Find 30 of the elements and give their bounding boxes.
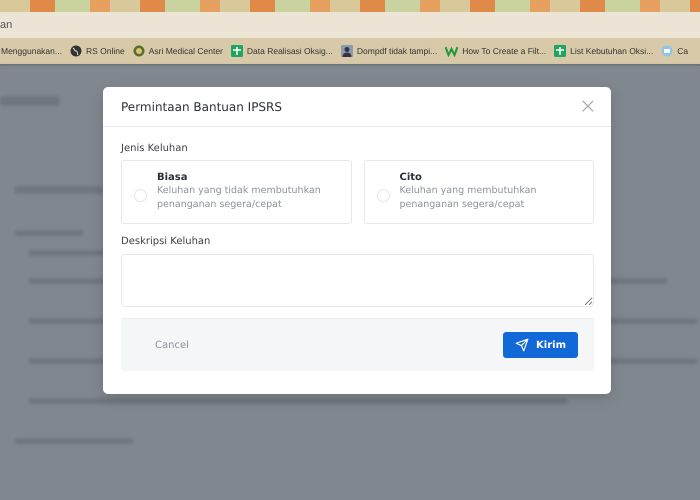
submit-button[interactable]: Kirim [503, 332, 578, 358]
letter-w-icon [445, 45, 458, 57]
chat-bubble-icon [661, 45, 674, 57]
spreadsheet-icon [554, 45, 566, 57]
bookmark-link[interactable]: How To Create a Filt... [445, 45, 546, 57]
option-description: Keluhan yang membutuhkan penanganan segera/cepat [400, 184, 538, 212]
modal-title: Permintaan Bantuan IPSRS [121, 100, 282, 114]
spreadsheet-icon [230, 45, 243, 57]
bookmark-link[interactable]: Menggunakan... [1, 46, 62, 56]
bookmark-link[interactable]: List Kebutuhan Oksi... [554, 45, 654, 57]
option-card[interactable]: Cito Keluhan yang membutuhkan penanganan segera/cepat [364, 160, 594, 224]
option-title: Cito [400, 172, 423, 183]
field-label: Jenis Keluhan [121, 143, 189, 154]
option-description: Keluhan yang tidak membutuhkan penanganan segera/cepat [157, 184, 322, 212]
send-icon [515, 338, 530, 352]
option-title: Biasa [157, 172, 188, 183]
bookmark-link[interactable]: Ca [661, 45, 688, 57]
bookmark-link[interactable]: Dompdf tidak tampi... [340, 45, 438, 57]
description-textarea[interactable] [121, 254, 594, 307]
option-card[interactable]: Biasa Keluhan yang tidak membutuhkan penanganan segera/cepat [121, 160, 352, 224]
address-text: an [0, 19, 12, 31]
field-label: Deskripsi Keluhan [121, 236, 212, 247]
globe-icon [70, 45, 82, 57]
bookmark-link[interactable]: RS Online [70, 45, 125, 57]
person-icon [340, 45, 353, 57]
bookmark-link[interactable]: Data Realisasi Oksig... [230, 45, 333, 57]
bookmark-link[interactable]: Asri Medical Center [132, 45, 223, 57]
emblem-icon [132, 45, 145, 57]
radio-button[interactable] [376, 188, 390, 202]
radio-button[interactable] [134, 188, 147, 202]
